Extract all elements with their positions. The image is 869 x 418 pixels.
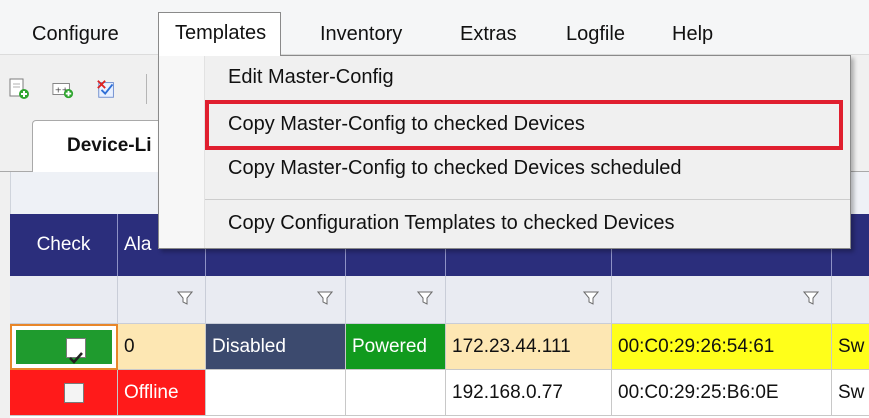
row2-next: Sw [832, 370, 869, 416]
row1-poe: Powered [346, 324, 446, 370]
filter-icon[interactable] [417, 290, 433, 306]
filter-cell-ip-address[interactable] [446, 276, 612, 324]
menu-configure[interactable]: Configure [20, 14, 131, 54]
row2-ip-address: 192.168.0.77 [446, 370, 612, 416]
filter-icon[interactable] [317, 290, 333, 306]
filter-icon[interactable] [803, 290, 819, 306]
row2-redundancy [206, 370, 346, 416]
filter-cell-redundancy[interactable] [206, 276, 346, 324]
menu-item-copy-configuration-templates[interactable]: Copy Configuration Templates to checked … [228, 212, 675, 235]
row1-ip-address: 172.23.44.111 [446, 324, 612, 370]
toolbar-separator [146, 74, 147, 104]
filter-icon[interactable] [583, 290, 599, 306]
row1-check-cell[interactable] [10, 324, 118, 370]
menu-item-copy-master-config-scheduled[interactable]: Copy Master-Config to checked Devices sc… [228, 157, 682, 180]
checkmark-icon [69, 352, 83, 364]
filter-icon[interactable] [177, 290, 193, 306]
menu-separator [205, 199, 850, 200]
row1-next: Sw [832, 324, 869, 370]
add-devices-icon[interactable]: ++ [52, 78, 74, 100]
import-devices-icon[interactable] [96, 78, 118, 100]
menu-item-edit-master-config[interactable]: Edit Master-Config [228, 66, 394, 89]
row2-alarms: Offline [118, 370, 206, 416]
tab-device-list-label: Device-Li [67, 135, 152, 156]
row1-redundancy: Disabled [206, 324, 346, 370]
new-device-icon[interactable] [8, 78, 30, 100]
filter-cell-alarms[interactable] [118, 276, 206, 324]
row1-alarms: 0 [118, 324, 206, 370]
column-header-check[interactable]: Check [10, 214, 118, 276]
filter-cell-poe[interactable] [346, 276, 446, 324]
highlight-box [205, 100, 843, 150]
menu-inventory[interactable]: Inventory [308, 14, 414, 54]
row1-checkbox[interactable] [66, 338, 86, 364]
menu-help[interactable]: Help [660, 14, 725, 54]
menu-icon-gutter [159, 56, 205, 248]
row2-poe [346, 370, 446, 416]
menu-templates[interactable]: Templates [158, 12, 282, 56]
row2-checkbox[interactable] [64, 383, 84, 403]
filter-cell-next [832, 276, 869, 324]
filter-cell-check [10, 276, 118, 324]
menu-extras[interactable]: Extras [448, 14, 529, 54]
menu-logfile[interactable]: Logfile [554, 14, 637, 54]
row2-check-cell[interactable] [10, 370, 118, 416]
row1-mac-address: 00:C0:29:26:54:61 [612, 324, 832, 370]
filter-cell-mac-address[interactable] [612, 276, 832, 324]
row2-mac-address: 00:C0:29:25:B6:0E [612, 370, 832, 416]
